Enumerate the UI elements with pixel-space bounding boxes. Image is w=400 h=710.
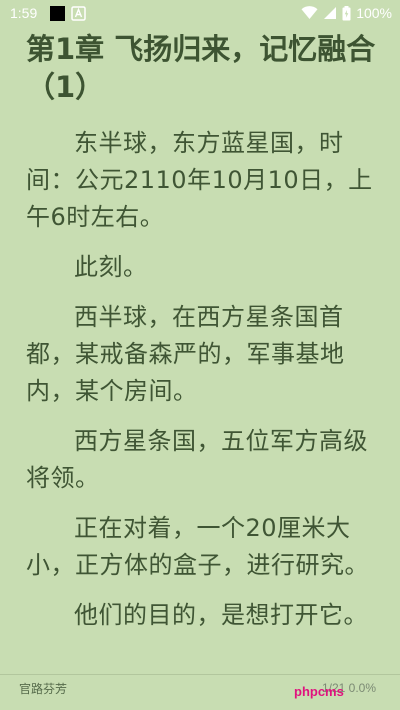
paragraph: 正在对着，一个20厘米大小，正方体的盒子，进行研究。 — [26, 514, 369, 579]
paragraph: 此刻。 — [74, 253, 148, 281]
battery-icon — [342, 5, 351, 21]
signal-icon — [323, 6, 337, 20]
status-bar: 1:59 100% — [0, 0, 400, 28]
status-time: 1:59 — [10, 5, 38, 21]
watermark: phpcms — [294, 684, 344, 699]
paragraph: 他们的目的，是想打开它。 — [74, 601, 368, 629]
paragraph: 西方星条国，五位军方高级将领。 — [26, 427, 368, 492]
chapter-content[interactable]: 东半球，东方蓝星国，时间：公元2110年10月10日，上午6时左右。 此刻。 西… — [26, 125, 382, 647]
chapter-title: 第1章 飞扬归来，记忆融合（1） — [26, 32, 376, 104]
paragraph: 西半球，在西方星条国首都，某戒备森严的，军事基地内，某个房间。 — [26, 303, 345, 405]
paragraph: 东半球，东方蓝星国，时间：公元2110年10月10日，上午6时左右。 — [26, 129, 373, 231]
status-right-group: 100% — [301, 5, 392, 21]
footer-divider — [0, 674, 400, 675]
footer-book-name: 官路芬芳 — [19, 682, 68, 696]
black-square-icon — [50, 6, 65, 21]
battery-percent: 100% — [356, 5, 392, 21]
wifi-icon — [301, 6, 318, 20]
a-notification-icon — [71, 6, 86, 21]
